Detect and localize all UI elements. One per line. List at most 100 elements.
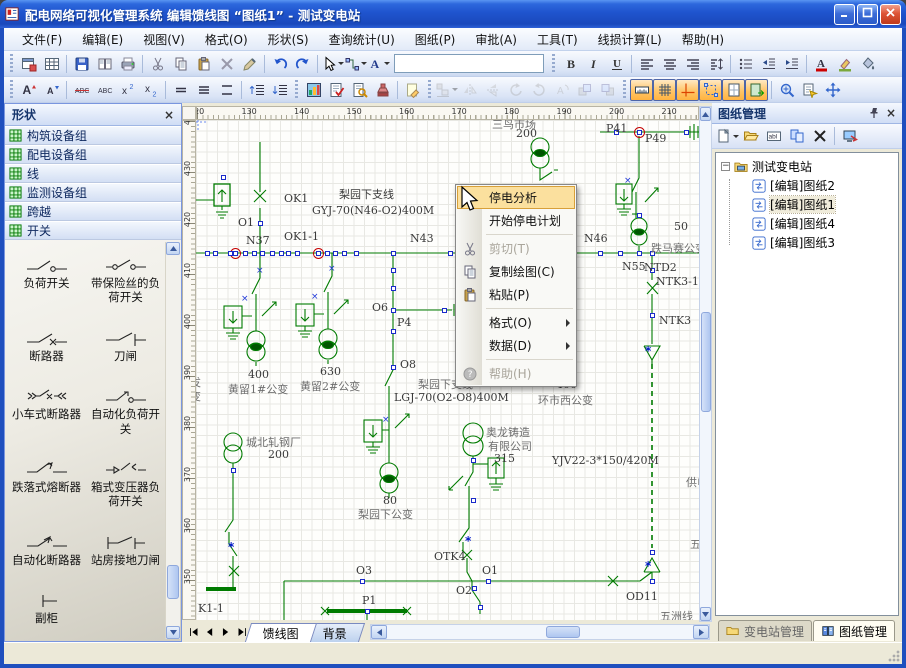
shape-item-2[interactable]: 带保险丝的负荷开关 [86, 256, 165, 305]
format-painter-button[interactable] [238, 53, 261, 75]
line-spacing-2-button[interactable] [215, 79, 238, 101]
zoom-fit-button[interactable] [775, 79, 798, 101]
data-table-button[interactable] [40, 53, 63, 75]
shape-item-1[interactable]: 负荷开关 [7, 256, 86, 305]
shape-item-9[interactable]: 自动化断路器 [7, 533, 86, 567]
export-toggle-button[interactable] [745, 79, 768, 101]
canvas-horizontal-scrollbar[interactable] [370, 624, 710, 640]
pages-button[interactable] [93, 53, 116, 75]
minimize-button[interactable] [834, 4, 855, 25]
scroll-thumb[interactable] [546, 626, 580, 638]
tree-item-drawing-4[interactable]: [编辑]图纸3 [716, 233, 898, 252]
indent-button[interactable] [780, 53, 803, 75]
menu-item-4[interactable]: 格式(O) [195, 28, 258, 51]
tree-root-substation[interactable]: −测试变电站 [716, 157, 898, 176]
shapes-scrollbar[interactable] [165, 242, 180, 639]
menu-item-5[interactable]: 形状(S) [258, 28, 319, 51]
shape-item-3[interactable]: 断路器 [7, 329, 86, 363]
menu-item-8[interactable]: 审批(A) [465, 28, 527, 51]
font-decrease-button[interactable]: A [40, 79, 63, 101]
connector-button[interactable] [344, 53, 367, 75]
para-space-up-button[interactable] [245, 79, 268, 101]
close-button[interactable] [880, 4, 901, 25]
grid-toggle-button[interactable] [653, 79, 676, 101]
properties-button[interactable] [798, 79, 821, 101]
page-nav-first-button[interactable] [186, 624, 202, 640]
resize-grip[interactable] [887, 649, 900, 662]
view-form-button[interactable] [17, 53, 40, 75]
text-style-combo-input[interactable] [394, 54, 544, 73]
abc-format-button[interactable]: ABC [93, 79, 116, 101]
canvas-vertical-scrollbar[interactable] [699, 106, 712, 622]
toolbar-grip[interactable] [295, 80, 298, 100]
flip-vertical-button[interactable] [481, 79, 504, 101]
menu-item-10[interactable]: 线损计算(L) [588, 28, 672, 51]
font-color-button[interactable]: A [810, 53, 833, 75]
redo-button[interactable] [291, 53, 314, 75]
outdent-button[interactable] [757, 53, 780, 75]
tree-item-drawing-3[interactable]: [编辑]图纸4 [716, 214, 898, 233]
shape-item-7[interactable]: 跌落式熔断器 [7, 460, 86, 509]
selection-toggle-button[interactable] [699, 79, 722, 101]
menu-item-6[interactable]: 查询统计(U) [319, 28, 405, 51]
shape-group-2[interactable]: 配电设备组 [5, 145, 181, 164]
side-tab-1[interactable]: 变电站管理 [718, 620, 812, 641]
font-button[interactable]: A [367, 53, 390, 75]
shape-group-4[interactable]: 监测设备组 [5, 183, 181, 202]
pin-icon[interactable] [868, 107, 880, 119]
scroll-down-icon[interactable] [166, 626, 180, 639]
bold-button[interactable]: B [559, 53, 582, 75]
copy-button[interactable] [169, 53, 192, 75]
note-edit-button[interactable] [401, 79, 424, 101]
new-drawing-button[interactable] [716, 125, 739, 147]
align-center-button[interactable] [658, 53, 681, 75]
dropdown-arrow-icon[interactable] [384, 62, 390, 65]
shape-group-6[interactable]: 开关 [5, 221, 181, 240]
shape-item-5[interactable]: 小车式断路器 [7, 387, 86, 436]
guides-toggle-button[interactable] [676, 79, 699, 101]
tree-item-drawing-1[interactable]: [编辑]图纸2 [716, 176, 898, 195]
toolbar-grip[interactable] [552, 54, 555, 74]
context-menu-item-6[interactable]: 粘贴(P) [457, 283, 575, 306]
undo-button[interactable] [268, 53, 291, 75]
shape-item-10[interactable]: 站房接地刀闸 [86, 533, 165, 567]
pan-button[interactable] [821, 79, 844, 101]
save-button[interactable] [70, 53, 93, 75]
scroll-down-icon[interactable] [700, 607, 711, 621]
side-tab-2[interactable]: 图纸管理 [813, 620, 895, 641]
superscript-button[interactable]: x2 [116, 79, 139, 101]
drawings-panel-close-icon[interactable]: × [886, 106, 896, 120]
page-toggle-button[interactable] [722, 79, 745, 101]
page-tab-1[interactable]: 馈线图 [245, 623, 317, 642]
line-spacing-15-button[interactable] [192, 79, 215, 101]
vertical-text-button[interactable] [704, 53, 727, 75]
font-increase-button[interactable]: A [17, 79, 40, 101]
strikethrough-button[interactable]: ABC [70, 79, 93, 101]
export-drawing-button[interactable] [838, 125, 861, 147]
page-nav-prev-button[interactable] [202, 624, 218, 640]
shape-group-3[interactable]: 线 [5, 164, 181, 183]
drawing-canvas[interactable]: 停电分析开始停电计划剪切(T)复制绘图(C)粘贴(P)格式(O)数据(D)?帮助… [196, 120, 699, 620]
align-left-button[interactable] [635, 53, 658, 75]
align-right-button[interactable] [681, 53, 704, 75]
shape-group-1[interactable]: 构筑设备组 [5, 126, 181, 145]
menu-item-2[interactable]: 编辑(E) [72, 28, 133, 51]
chart-view-button[interactable] [302, 79, 325, 101]
shape-item-6[interactable]: 自动化负荷开关 [86, 387, 165, 436]
toolbar-grip[interactable] [623, 80, 626, 100]
shape-item-8[interactable]: 箱式变压器负荷开关 [86, 460, 165, 509]
scroll-left-icon[interactable] [371, 625, 387, 639]
menu-item-7[interactable]: 图纸(P) [405, 28, 466, 51]
menu-item-9[interactable]: 工具(T) [527, 28, 588, 51]
fill-color-button[interactable] [856, 53, 879, 75]
flip-horizontal-button[interactable] [458, 79, 481, 101]
scroll-right-icon[interactable] [693, 625, 709, 639]
scroll-up-icon[interactable] [166, 242, 180, 255]
context-menu-item-11[interactable]: ?帮助(H) [457, 362, 575, 385]
shapes-panel-close-icon[interactable]: × [164, 108, 174, 122]
para-space-down-button[interactable] [268, 79, 291, 101]
highlight-button[interactable] [833, 53, 856, 75]
align-shapes-button[interactable] [435, 79, 458, 101]
send-back-button[interactable] [596, 79, 619, 101]
menu-item-11[interactable]: 帮助(H) [672, 28, 734, 51]
